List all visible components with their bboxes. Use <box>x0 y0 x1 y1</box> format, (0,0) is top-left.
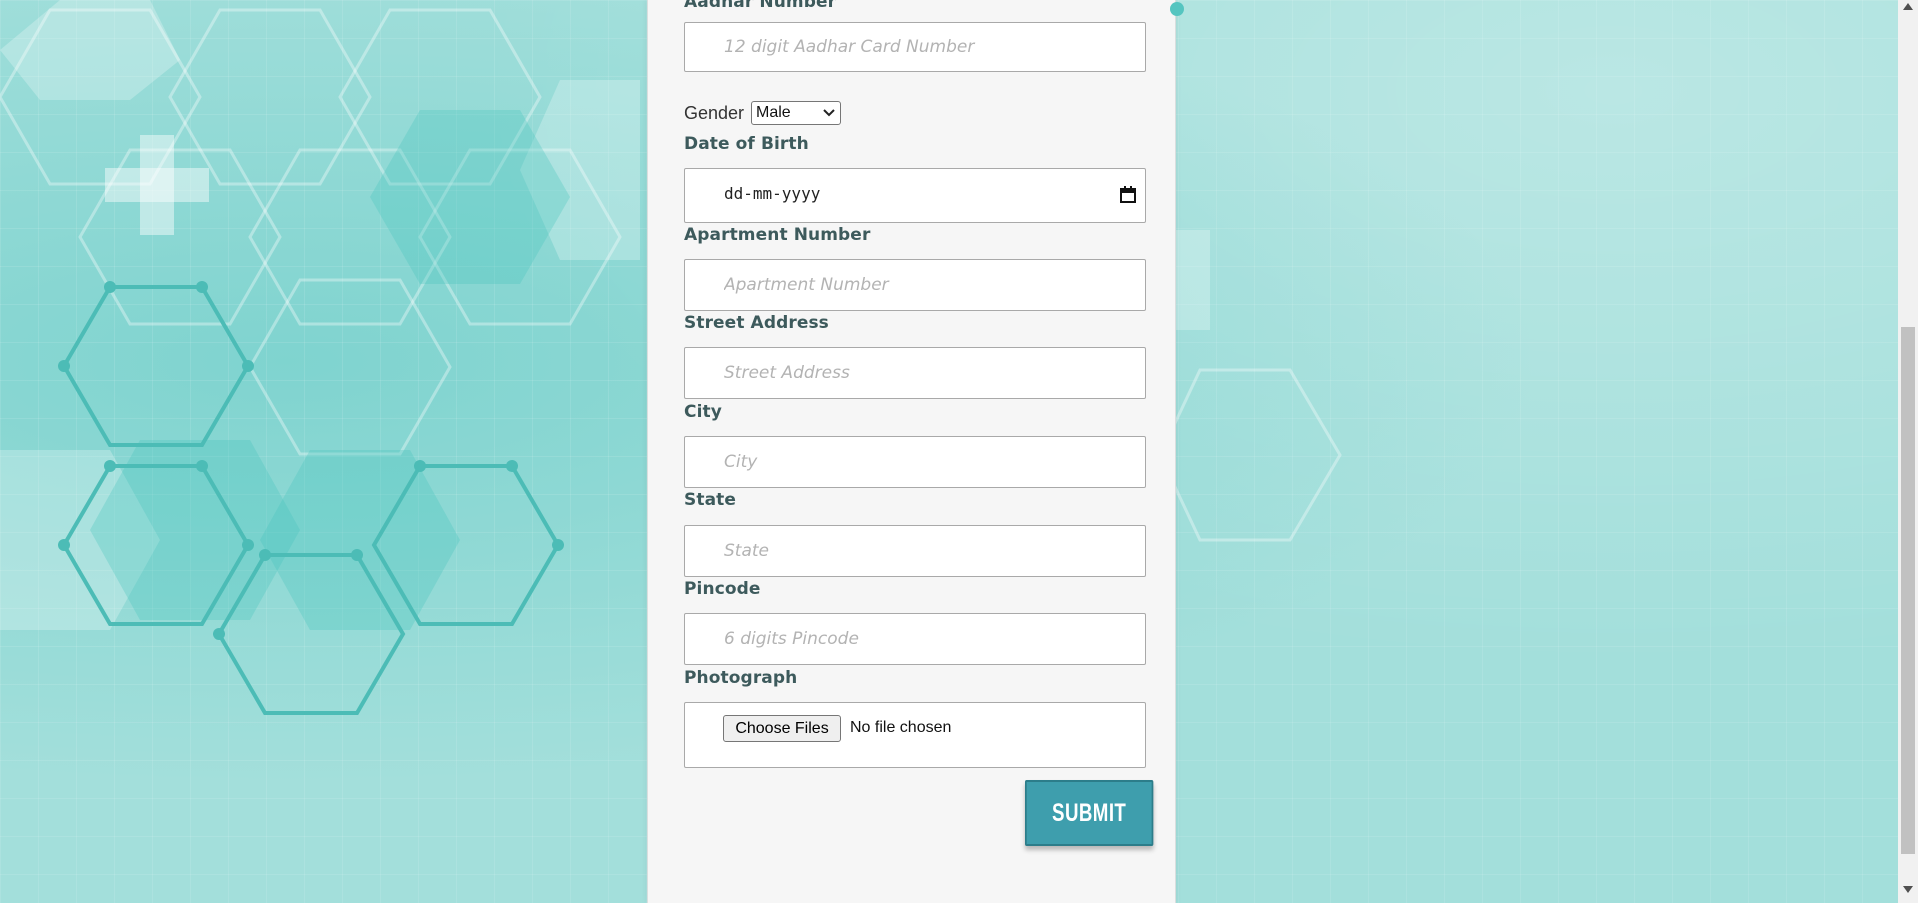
aadhar-label: Aadhar Number <box>684 0 837 12</box>
chevron-down-icon <box>823 109 835 117</box>
vertical-scrollbar[interactable] <box>1898 0 1918 903</box>
scrollbar-thumb[interactable] <box>1901 327 1915 854</box>
gender-select[interactable]: Male <box>751 101 841 125</box>
street-label: Street Address <box>684 313 829 333</box>
street-input[interactable] <box>685 348 1145 398</box>
state-input[interactable] <box>685 526 1145 576</box>
file-status-text: No file chosen <box>850 719 952 736</box>
city-input[interactable] <box>685 437 1145 487</box>
registration-form-panel: Aadhar Number Gender Male Date of Birth … <box>647 0 1184 903</box>
state-label: State <box>684 490 736 510</box>
calendar-icon[interactable] <box>1120 186 1136 203</box>
pincode-label: Pincode <box>684 579 761 599</box>
street-field[interactable] <box>684 347 1146 399</box>
state-field[interactable] <box>684 525 1146 577</box>
triangle-up-icon[interactable] <box>1903 3 1913 10</box>
triangle-down-icon[interactable] <box>1903 886 1913 893</box>
photograph-field: Choose Files No file chosen <box>684 702 1146 768</box>
aadhar-input[interactable] <box>685 23 1145 71</box>
dob-field[interactable]: dd-mm-yyyy <box>684 168 1146 223</box>
city-field[interactable] <box>684 436 1146 488</box>
photograph-label: Photograph <box>684 668 798 688</box>
dob-input-text: dd-mm-yyyy <box>724 184 821 203</box>
dob-label: Date of Birth <box>684 134 809 154</box>
pincode-field[interactable] <box>684 613 1146 665</box>
choose-files-button[interactable]: Choose Files <box>723 715 841 742</box>
apartment-input[interactable] <box>685 260 1145 310</box>
city-label: City <box>684 402 722 422</box>
apartment-field[interactable] <box>684 259 1146 311</box>
decorative-dot <box>1170 2 1184 16</box>
submit-button[interactable]: SUBMIT <box>1025 780 1154 846</box>
gender-label: Gender <box>684 103 745 123</box>
apartment-label: Apartment Number <box>684 225 871 245</box>
pincode-input[interactable] <box>685 614 1145 664</box>
gender-selected-value: Male <box>756 104 791 121</box>
aadhar-field[interactable] <box>684 22 1146 72</box>
submit-button-label: SUBMIT <box>1052 798 1127 827</box>
